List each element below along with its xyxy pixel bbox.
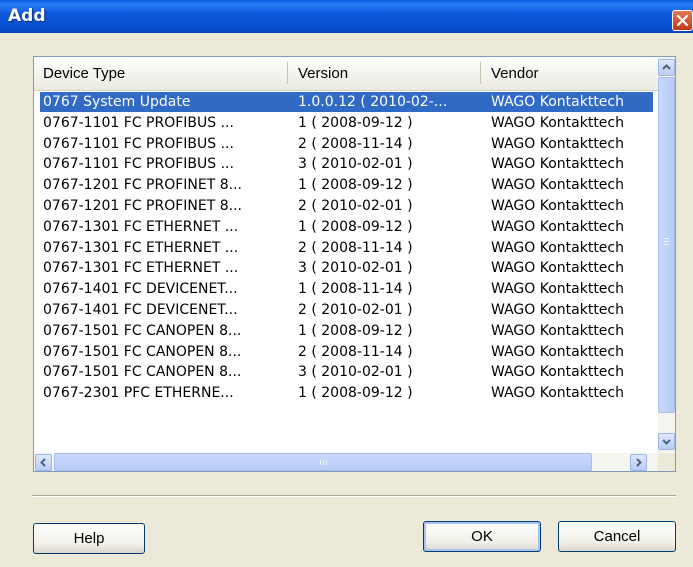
cell-version: 2 ( 2010-02-01 ) xyxy=(298,302,413,318)
cell-version: 1 ( 2008-09-12 ) xyxy=(298,177,413,194)
table-row[interactable]: 0767-1301 FC ETHERNET ... 2 ( 2008-11-14 … xyxy=(40,238,653,258)
cell-device-type: 0767-1401 FC DEVICENET... xyxy=(43,281,238,298)
cell-version: 2 ( 2008-11-14 ) xyxy=(298,135,413,152)
cell-vendor: WAGO Kontakttech xyxy=(491,156,624,173)
column-header-device-type[interactable]: Device Type xyxy=(34,57,287,90)
table-row[interactable]: 0767-1401 FC DEVICENET... 2 ( 2010-02-01 … xyxy=(40,300,653,320)
separator xyxy=(32,495,676,497)
table-row[interactable]: 0767-1501 FC CANOPEN 8... 1 ( 2008-09-12 … xyxy=(40,321,653,341)
cell-vendor: WAGO Kontakttech xyxy=(491,260,624,277)
cell-vendor: WAGO Kontakttech xyxy=(491,177,624,194)
title-bar[interactable]: Add xyxy=(0,0,693,33)
cell-device-type: 0767-1501 FC CANOPEN 8... xyxy=(43,364,242,381)
table-row[interactable]: 0767-1101 FC PROFIBUS ... 3 ( 2010-02-01 … xyxy=(40,154,653,174)
cell-version: 1 ( 2008-09-12 ) xyxy=(298,114,413,131)
cell-vendor: WAGO Kontakttech xyxy=(491,114,624,131)
chevron-right-icon xyxy=(636,458,642,467)
scroll-right-button[interactable] xyxy=(630,454,647,471)
cell-vendor: WAGO Kontakttech xyxy=(491,218,624,235)
add-dialog: Add Device Type Version Vendor 0767 Syst… xyxy=(0,0,693,567)
cell-vendor: WAGO Kontakttech xyxy=(491,135,624,152)
cell-version: 2 ( 2008-11-14 ) xyxy=(298,239,413,256)
window-title: Add xyxy=(8,6,46,26)
cell-vendor: WAGO Kontakttech xyxy=(491,322,624,339)
vertical-scrollbar[interactable] xyxy=(658,57,675,453)
cell-device-type: 0767-1301 FC ETHERNET ... xyxy=(43,260,239,277)
table-row[interactable]: 0767-1101 FC PROFIBUS ... 2 ( 2008-11-14 … xyxy=(40,134,653,154)
scrollbar-corner xyxy=(658,453,675,471)
chevron-down-icon xyxy=(662,439,671,445)
close-button[interactable] xyxy=(672,10,693,31)
cell-vendor: WAGO Kontakttech xyxy=(491,364,624,381)
cell-device-type: 0767-2301 PFC ETHERNE... xyxy=(43,385,234,402)
column-header-vendor[interactable]: Vendor xyxy=(482,57,658,90)
chevron-up-icon xyxy=(662,64,671,70)
cell-version: 2 ( 2008-11-14 ) xyxy=(298,343,413,360)
cell-vendor: WAGO Kontakttech xyxy=(491,385,624,402)
cell-device-type: 0767-1201 FC PROFINET 8... xyxy=(43,198,242,214)
cell-device-type: 0767-1101 FC PROFIBUS ... xyxy=(43,156,234,173)
table-row[interactable]: 0767-1301 FC ETHERNET ... 3 ( 2010-02-01 … xyxy=(40,258,653,278)
cell-vendor: WAGO Kontakttech xyxy=(491,302,624,318)
device-list[interactable]: Device Type Version Vendor 0767 System U… xyxy=(33,56,676,472)
table-row[interactable]: 0767-2301 PFC ETHERNE... 1 ( 2008-09-12 )… xyxy=(40,383,653,403)
cell-device-type: 0767-1101 FC PROFIBUS ... xyxy=(43,114,234,131)
cell-version: 3 ( 2010-02-01 ) xyxy=(298,156,413,173)
cell-version: 1 ( 2008-11-14 ) xyxy=(298,281,413,298)
table-row[interactable]: 0767-1301 FC ETHERNET ... 1 ( 2008-09-12 … xyxy=(40,217,653,237)
cell-vendor: WAGO Kontakttech xyxy=(491,239,624,256)
table-row[interactable]: 0767-1101 FC PROFIBUS ... 1 ( 2008-09-12 … xyxy=(40,113,653,133)
horizontal-scroll-thumb[interactable] xyxy=(54,453,592,471)
cell-vendor: WAGO Kontakttech xyxy=(491,198,624,214)
table-row[interactable]: 0767-1201 FC PROFINET 8... 2 ( 2010-02-01… xyxy=(40,196,653,216)
list-header: Device Type Version Vendor xyxy=(34,57,658,91)
cancel-button[interactable]: Cancel xyxy=(558,521,676,552)
cell-device-type: 0767-1201 FC PROFINET 8... xyxy=(43,177,242,194)
table-row[interactable]: 0767-1501 FC CANOPEN 8... 2 ( 2008-11-14 … xyxy=(40,342,653,362)
cell-vendor: WAGO Kontakttech xyxy=(491,343,624,360)
chevron-left-icon xyxy=(40,458,46,467)
table-row[interactable]: 0767-1501 FC CANOPEN 8... 3 ( 2010-02-01 … xyxy=(40,362,653,382)
cell-version: 1 ( 2008-09-12 ) xyxy=(298,322,413,339)
cell-device-type: 0767 System Update xyxy=(43,94,191,110)
vertical-scroll-thumb[interactable] xyxy=(658,77,675,413)
ok-button[interactable]: OK xyxy=(423,521,541,552)
cell-device-type: 0767-1501 FC CANOPEN 8... xyxy=(43,343,242,360)
scroll-up-button[interactable] xyxy=(658,59,675,76)
cell-version: 3 ( 2010-02-01 ) xyxy=(298,260,413,277)
table-row[interactable]: 0767 System Update 1.0.0.12 ( 2010-02-...… xyxy=(40,92,653,112)
cell-version: 1 ( 2008-09-12 ) xyxy=(298,385,413,402)
cell-device-type: 0767-1301 FC ETHERNET ... xyxy=(43,218,239,235)
cell-version: 2 ( 2010-02-01 ) xyxy=(298,198,413,214)
cell-vendor: WAGO Kontakttech xyxy=(491,94,624,110)
column-header-version[interactable]: Version xyxy=(289,57,480,90)
scroll-left-button[interactable] xyxy=(35,454,52,471)
cell-version: 1.0.0.12 ( 2010-02-... xyxy=(298,94,448,110)
close-icon xyxy=(676,14,689,27)
cell-device-type: 0767-1401 FC DEVICENET... xyxy=(43,302,238,318)
horizontal-scrollbar[interactable] xyxy=(34,453,658,471)
scroll-down-button[interactable] xyxy=(658,433,675,450)
table-row[interactable]: 0767-1201 FC PROFINET 8... 1 ( 2008-09-12… xyxy=(40,175,653,195)
help-button[interactable]: Help xyxy=(33,523,145,554)
table-row[interactable]: 0767-1401 FC DEVICENET... 1 ( 2008-11-14 … xyxy=(40,279,653,299)
cell-version: 3 ( 2010-02-01 ) xyxy=(298,364,413,381)
cell-vendor: WAGO Kontakttech xyxy=(491,281,624,298)
cell-device-type: 0767-1101 FC PROFIBUS ... xyxy=(43,135,234,152)
cell-device-type: 0767-1301 FC ETHERNET ... xyxy=(43,239,239,256)
cell-device-type: 0767-1501 FC CANOPEN 8... xyxy=(43,322,242,339)
cell-version: 1 ( 2008-09-12 ) xyxy=(298,218,413,235)
